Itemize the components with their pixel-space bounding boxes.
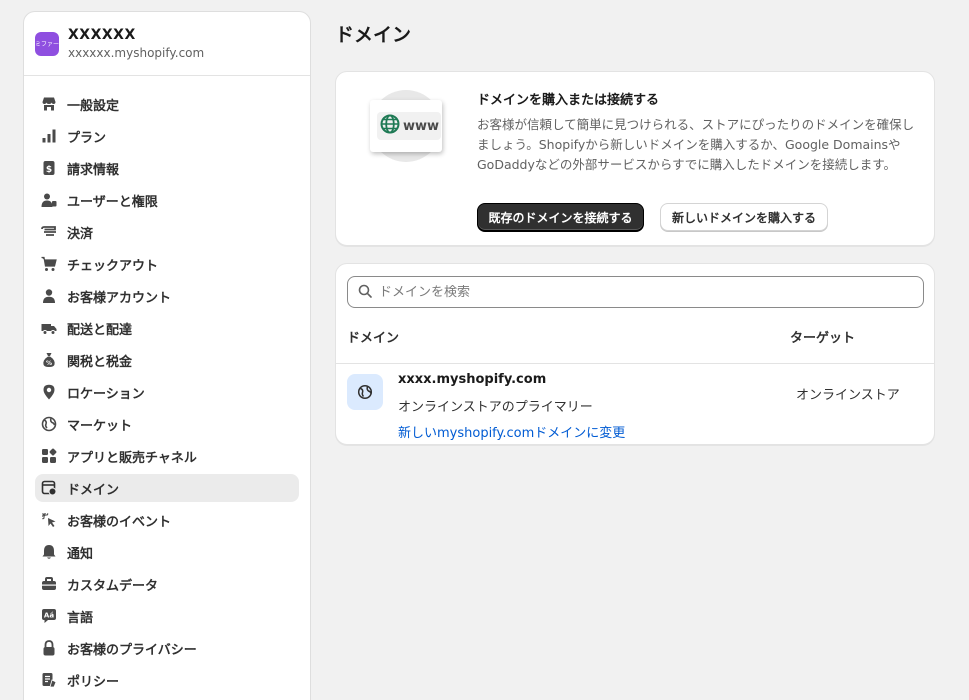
- sidebar-item-languages[interactable]: Aá 言語: [35, 602, 299, 630]
- globe-icon: [380, 114, 400, 138]
- payments-icon: [41, 224, 57, 240]
- search-field[interactable]: [347, 276, 924, 308]
- buy-new-domain-button[interactable]: 新しいドメインを購入する: [660, 203, 828, 231]
- column-header-domain: ドメイン: [347, 331, 400, 346]
- domains-card: ドメイン ターゲット xxxx.myshopify.com オンラインストアのプ…: [335, 263, 935, 445]
- sidebar-item-label: お客様のイベント: [67, 514, 172, 530]
- sidebar-item-plan[interactable]: プラン: [35, 122, 299, 150]
- store-header[interactable]: ミファー XXXXXX xxxxxx.myshopify.com: [24, 12, 310, 76]
- language-icon: Aá: [41, 608, 57, 624]
- sidebar-item-customer-accounts[interactable]: お客様アカウント: [35, 282, 299, 310]
- www-text: www: [403, 118, 440, 134]
- svg-text:%: %: [46, 360, 52, 367]
- sidebar-item-label: 言語: [67, 610, 94, 626]
- sidebar-item-notifications[interactable]: 通知: [35, 538, 299, 566]
- person-icon: [41, 288, 57, 304]
- sidebar-item-apps[interactable]: アプリと販売チャネル: [35, 442, 299, 470]
- connect-existing-domain-button[interactable]: 既存のドメインを接続する: [477, 203, 644, 231]
- bell-icon: [41, 544, 57, 560]
- sidebar-item-label: 請求情報: [67, 162, 120, 178]
- column-header-target: ターゲット: [790, 331, 856, 346]
- promo-title: ドメインを購入または接続する: [477, 93, 660, 108]
- sidebar-item-shipping[interactable]: 配送と配達: [35, 314, 299, 342]
- sidebar-item-label: お客様アカウント: [67, 290, 172, 306]
- page-title: ドメイン: [335, 24, 412, 46]
- buy-connect-domain-card: www ドメインを購入または接続する お客様が信頼して簡単に見つけられる、ストア…: [335, 71, 935, 246]
- sidebar-item-policies[interactable]: ポリシー: [35, 666, 299, 694]
- svg-text:Aá: Aá: [44, 612, 54, 620]
- sidebar-item-label: チェックアウト: [67, 258, 159, 274]
- sidebar-item-billing[interactable]: $ 請求情報: [35, 154, 299, 182]
- sidebar-item-checkout[interactable]: チェックアウト: [35, 250, 299, 278]
- domain-name[interactable]: xxxx.myshopify.com: [398, 372, 546, 387]
- domain-icon: [41, 480, 57, 496]
- sidebar-item-taxes[interactable]: % 関税と税金: [35, 346, 299, 374]
- sidebar-item-customer-events[interactable]: お客様のイベント: [35, 506, 299, 534]
- sidebar-item-domains[interactable]: ドメイン: [35, 474, 299, 502]
- lock-icon: [41, 640, 57, 656]
- sidebar-item-label: ユーザーと権限: [67, 194, 158, 210]
- promo-description: お客様が信頼して簡単に見つけられる、ストアにぴったりのドメインを確保しましょう。…: [477, 117, 915, 172]
- sidebar-item-label: アプリと販売チャネル: [67, 450, 197, 466]
- sidebar-item-label: マーケット: [67, 418, 133, 434]
- sidebar-item-label: 決済: [67, 226, 94, 242]
- globe-icon: [41, 416, 57, 432]
- domain-illustration: www: [370, 90, 444, 162]
- store-icon: [41, 96, 57, 112]
- settings-sidebar: ミファー XXXXXX xxxxxx.myshopify.com 一般設定 プラ…: [23, 11, 311, 700]
- plan-chart-icon: [41, 128, 57, 144]
- svg-text:$: $: [46, 165, 52, 175]
- sidebar-item-label: ドメイン: [67, 482, 120, 498]
- domain-globe-icon: [347, 374, 383, 410]
- cursor-click-icon: [41, 512, 57, 528]
- truck-icon: [41, 320, 57, 336]
- sidebar-item-privacy[interactable]: お客様のプライバシー: [35, 634, 299, 662]
- domain-target: オンラインストア: [796, 388, 900, 403]
- location-pin-icon: [41, 384, 57, 400]
- sidebar-item-custom-data[interactable]: カスタムデータ: [35, 570, 299, 598]
- sidebar-item-general[interactable]: 一般設定: [35, 90, 299, 118]
- sidebar-item-label: 配送と配達: [67, 322, 133, 338]
- policy-icon: [41, 672, 57, 688]
- sidebar-item-locations[interactable]: ロケーション: [35, 378, 299, 406]
- search-input[interactable]: [379, 284, 899, 300]
- sidebar-item-payments[interactable]: 決済: [35, 218, 299, 246]
- settings-nav: 一般設定 プラン $ 請求情報 ユーザーと権限 決済 チェックアウト お客様アカ…: [24, 76, 310, 694]
- custom-data-icon: [41, 576, 57, 592]
- billing-icon: $: [41, 160, 57, 176]
- store-name: XXXXXX: [68, 26, 136, 43]
- sidebar-item-label: カスタムデータ: [67, 578, 159, 594]
- store-url: xxxxxx.myshopify.com: [68, 45, 205, 60]
- cart-icon: [41, 256, 57, 272]
- apps-icon: [41, 448, 57, 464]
- sidebar-item-label: プラン: [67, 130, 107, 146]
- sidebar-item-label: 一般設定: [67, 98, 120, 114]
- domain-description: オンラインストアのプライマリー: [398, 400, 593, 415]
- users-icon: [41, 192, 57, 208]
- sidebar-item-label: 関税と税金: [67, 354, 133, 370]
- sidebar-item-label: ロケーション: [67, 386, 145, 402]
- tax-bag-icon: %: [41, 352, 57, 368]
- store-logo: ミファー: [35, 31, 59, 56]
- sidebar-item-users[interactable]: ユーザーと権限: [35, 186, 299, 214]
- sidebar-item-label: ポリシー: [67, 674, 120, 690]
- sidebar-item-label: お客様のプライバシー: [67, 642, 197, 658]
- change-myshopify-domain-link[interactable]: 新しいmyshopify.comドメインに変更: [398, 422, 625, 441]
- sidebar-item-label: 通知: [67, 546, 94, 562]
- search-icon: [358, 283, 372, 302]
- divider: [336, 363, 934, 364]
- sidebar-item-markets[interactable]: マーケット: [35, 410, 299, 438]
